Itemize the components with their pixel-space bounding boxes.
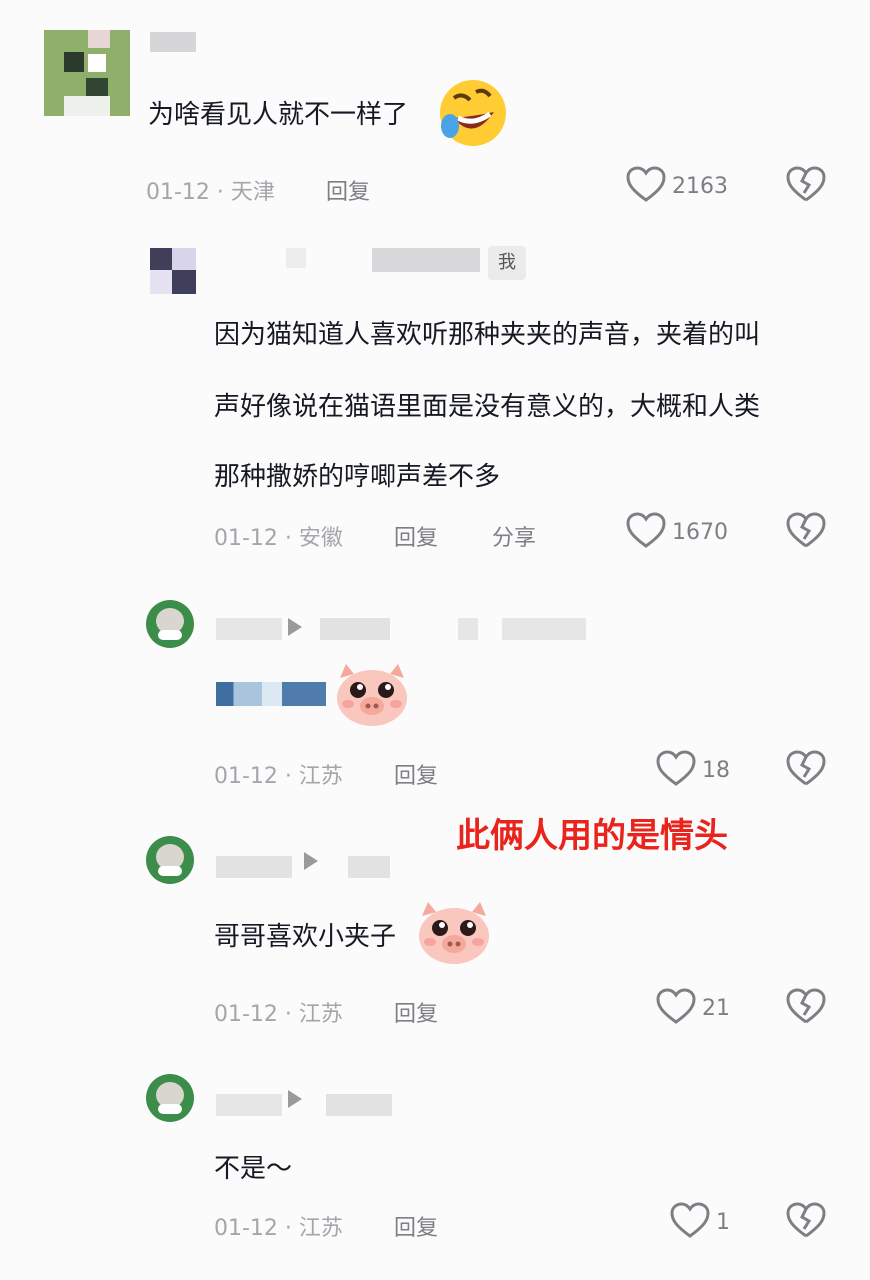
username-redacted[interactable]: [286, 248, 306, 268]
avatar[interactable]: [146, 1074, 194, 1122]
username-redacted[interactable]: [150, 32, 196, 52]
like-heart-icon[interactable]: [626, 512, 666, 554]
username-redacted[interactable]: [216, 856, 292, 878]
annotation-text: 此俩人用的是情头: [456, 816, 728, 856]
comment-date-location: 01-12 · 安徽: [214, 526, 343, 551]
like-count: 18: [702, 758, 730, 783]
comment-text-line: 那种撒娇的哼唧声差不多: [214, 462, 501, 492]
like-heart-icon[interactable]: [670, 1202, 710, 1244]
avatar[interactable]: [150, 248, 196, 294]
username-redacted[interactable]: [458, 618, 478, 640]
like-count: 1: [716, 1210, 730, 1235]
rofl-emoji: [436, 76, 510, 150]
comment-date-location: 01-12 · 天津: [146, 180, 275, 205]
dislike-broken-heart-icon[interactable]: [786, 166, 826, 208]
reply-button[interactable]: 回复: [394, 520, 438, 552]
reply-button[interactable]: 回复: [394, 758, 438, 790]
like-count: 1670: [672, 520, 728, 545]
reply-button[interactable]: 回复: [394, 996, 438, 1028]
username-redacted[interactable]: [326, 1094, 392, 1116]
comment-date-location: 01-12 · 江苏: [214, 1216, 343, 1241]
comment-text: 不是～: [214, 1154, 293, 1184]
play-arrow-icon: [304, 852, 318, 870]
like-count: 2163: [672, 174, 728, 199]
dislike-broken-heart-icon[interactable]: [786, 988, 826, 1030]
comment-text-redacted: [216, 682, 326, 706]
username-redacted[interactable]: [502, 618, 586, 640]
like-heart-icon[interactable]: [656, 750, 696, 792]
like-count: 21: [702, 996, 730, 1021]
username-redacted[interactable]: [216, 618, 282, 640]
like-heart-icon[interactable]: [656, 988, 696, 1030]
play-arrow-icon: [288, 618, 302, 636]
play-arrow-icon: [288, 1090, 302, 1108]
reply-button[interactable]: 回复: [394, 1210, 438, 1242]
comment-date-location: 01-12 · 江苏: [214, 764, 343, 789]
comment-date-location: 01-12 · 江苏: [214, 1002, 343, 1027]
pig-face-emoji: [334, 660, 410, 728]
username-redacted[interactable]: [372, 248, 480, 272]
dislike-broken-heart-icon[interactable]: [786, 512, 826, 554]
share-button[interactable]: 分享: [492, 520, 536, 552]
dislike-broken-heart-icon[interactable]: [786, 1202, 826, 1244]
comment-text: 为啥看见人就不一样了: [148, 100, 409, 130]
dislike-broken-heart-icon[interactable]: [786, 750, 826, 792]
pig-face-emoji: [416, 898, 492, 966]
username-redacted[interactable]: [216, 1094, 282, 1116]
like-heart-icon[interactable]: [626, 166, 666, 208]
username-redacted[interactable]: [320, 618, 390, 640]
comment-text: 哥哥喜欢小夹子: [214, 922, 397, 952]
avatar[interactable]: [44, 30, 130, 116]
username-redacted[interactable]: [348, 856, 390, 878]
comment-text-line: 声好像说在猫语里面是没有意义的，大概和人类: [214, 392, 761, 422]
reply-button[interactable]: 回复: [326, 174, 370, 206]
avatar[interactable]: [146, 836, 194, 884]
comment-text-line: 因为猫知道人喜欢听那种夹夹的声音，夹着的叫: [214, 320, 761, 350]
author-badge: 我: [488, 246, 526, 280]
avatar[interactable]: [146, 600, 194, 648]
